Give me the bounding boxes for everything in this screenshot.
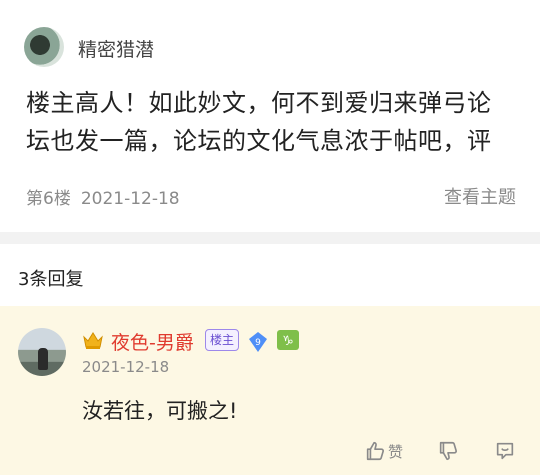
comment-button[interactable] (494, 438, 516, 464)
post-date: 2021-12-18 (80, 189, 180, 209)
reply-avatar[interactable] (18, 328, 66, 376)
post-body: 楼主高人！如此妙文，何不到爱归来弹弓论 坛也发一篇，论坛的文化气息浓于帖吧，评 (26, 84, 521, 160)
reply-text: 汝若往，可搬之! (82, 399, 238, 423)
post-author-name[interactable]: 精密猎潜 (78, 35, 154, 62)
dislike-button[interactable] (437, 438, 459, 464)
section-divider (0, 232, 540, 244)
reply-item: 夜色-男爵 楼主 9 ♑ 2021-12-18 汝若往，可搬之! 赞 (0, 306, 540, 475)
post-meta: 第6楼 2021-12-18 (26, 184, 180, 209)
reply-actions: 赞 (0, 438, 540, 466)
thumbs-up-icon (366, 441, 384, 461)
post-card: 精密猎潜 楼主高人！如此妙文，何不到爱归来弹弓论 坛也发一篇，论坛的文化气息浓于… (0, 0, 540, 232)
like-button[interactable]: 赞 (364, 438, 403, 464)
reply-date: 2021-12-18 (82, 358, 170, 376)
post-body-line-1: 楼主高人！如此妙文，何不到爱归来弹弓论 (26, 89, 492, 117)
floor-number: 第6楼 (26, 189, 71, 209)
reply-count: 3条回复 (18, 269, 84, 290)
thumbs-down-icon (439, 441, 457, 461)
author-avatar[interactable] (24, 27, 64, 67)
view-topic-link[interactable]: 查看主题 (444, 183, 516, 209)
reply-author-name[interactable]: 夜色-男爵 (111, 328, 194, 355)
level-number: 9 (255, 338, 261, 348)
crown-icon (83, 332, 103, 349)
post-body-line-2: 坛也发一篇，论坛的文化气息浓于帖吧，评 (26, 127, 492, 155)
like-label: 赞 (388, 442, 404, 461)
op-badge: 楼主 (205, 329, 240, 351)
level-icon: 9 (249, 332, 267, 352)
reply-count-bar: 3条回复 (0, 244, 540, 306)
comment-icon (496, 442, 514, 460)
zodiac-icon: ♑ (277, 330, 299, 350)
svg-text:♑: ♑ (282, 334, 294, 349)
